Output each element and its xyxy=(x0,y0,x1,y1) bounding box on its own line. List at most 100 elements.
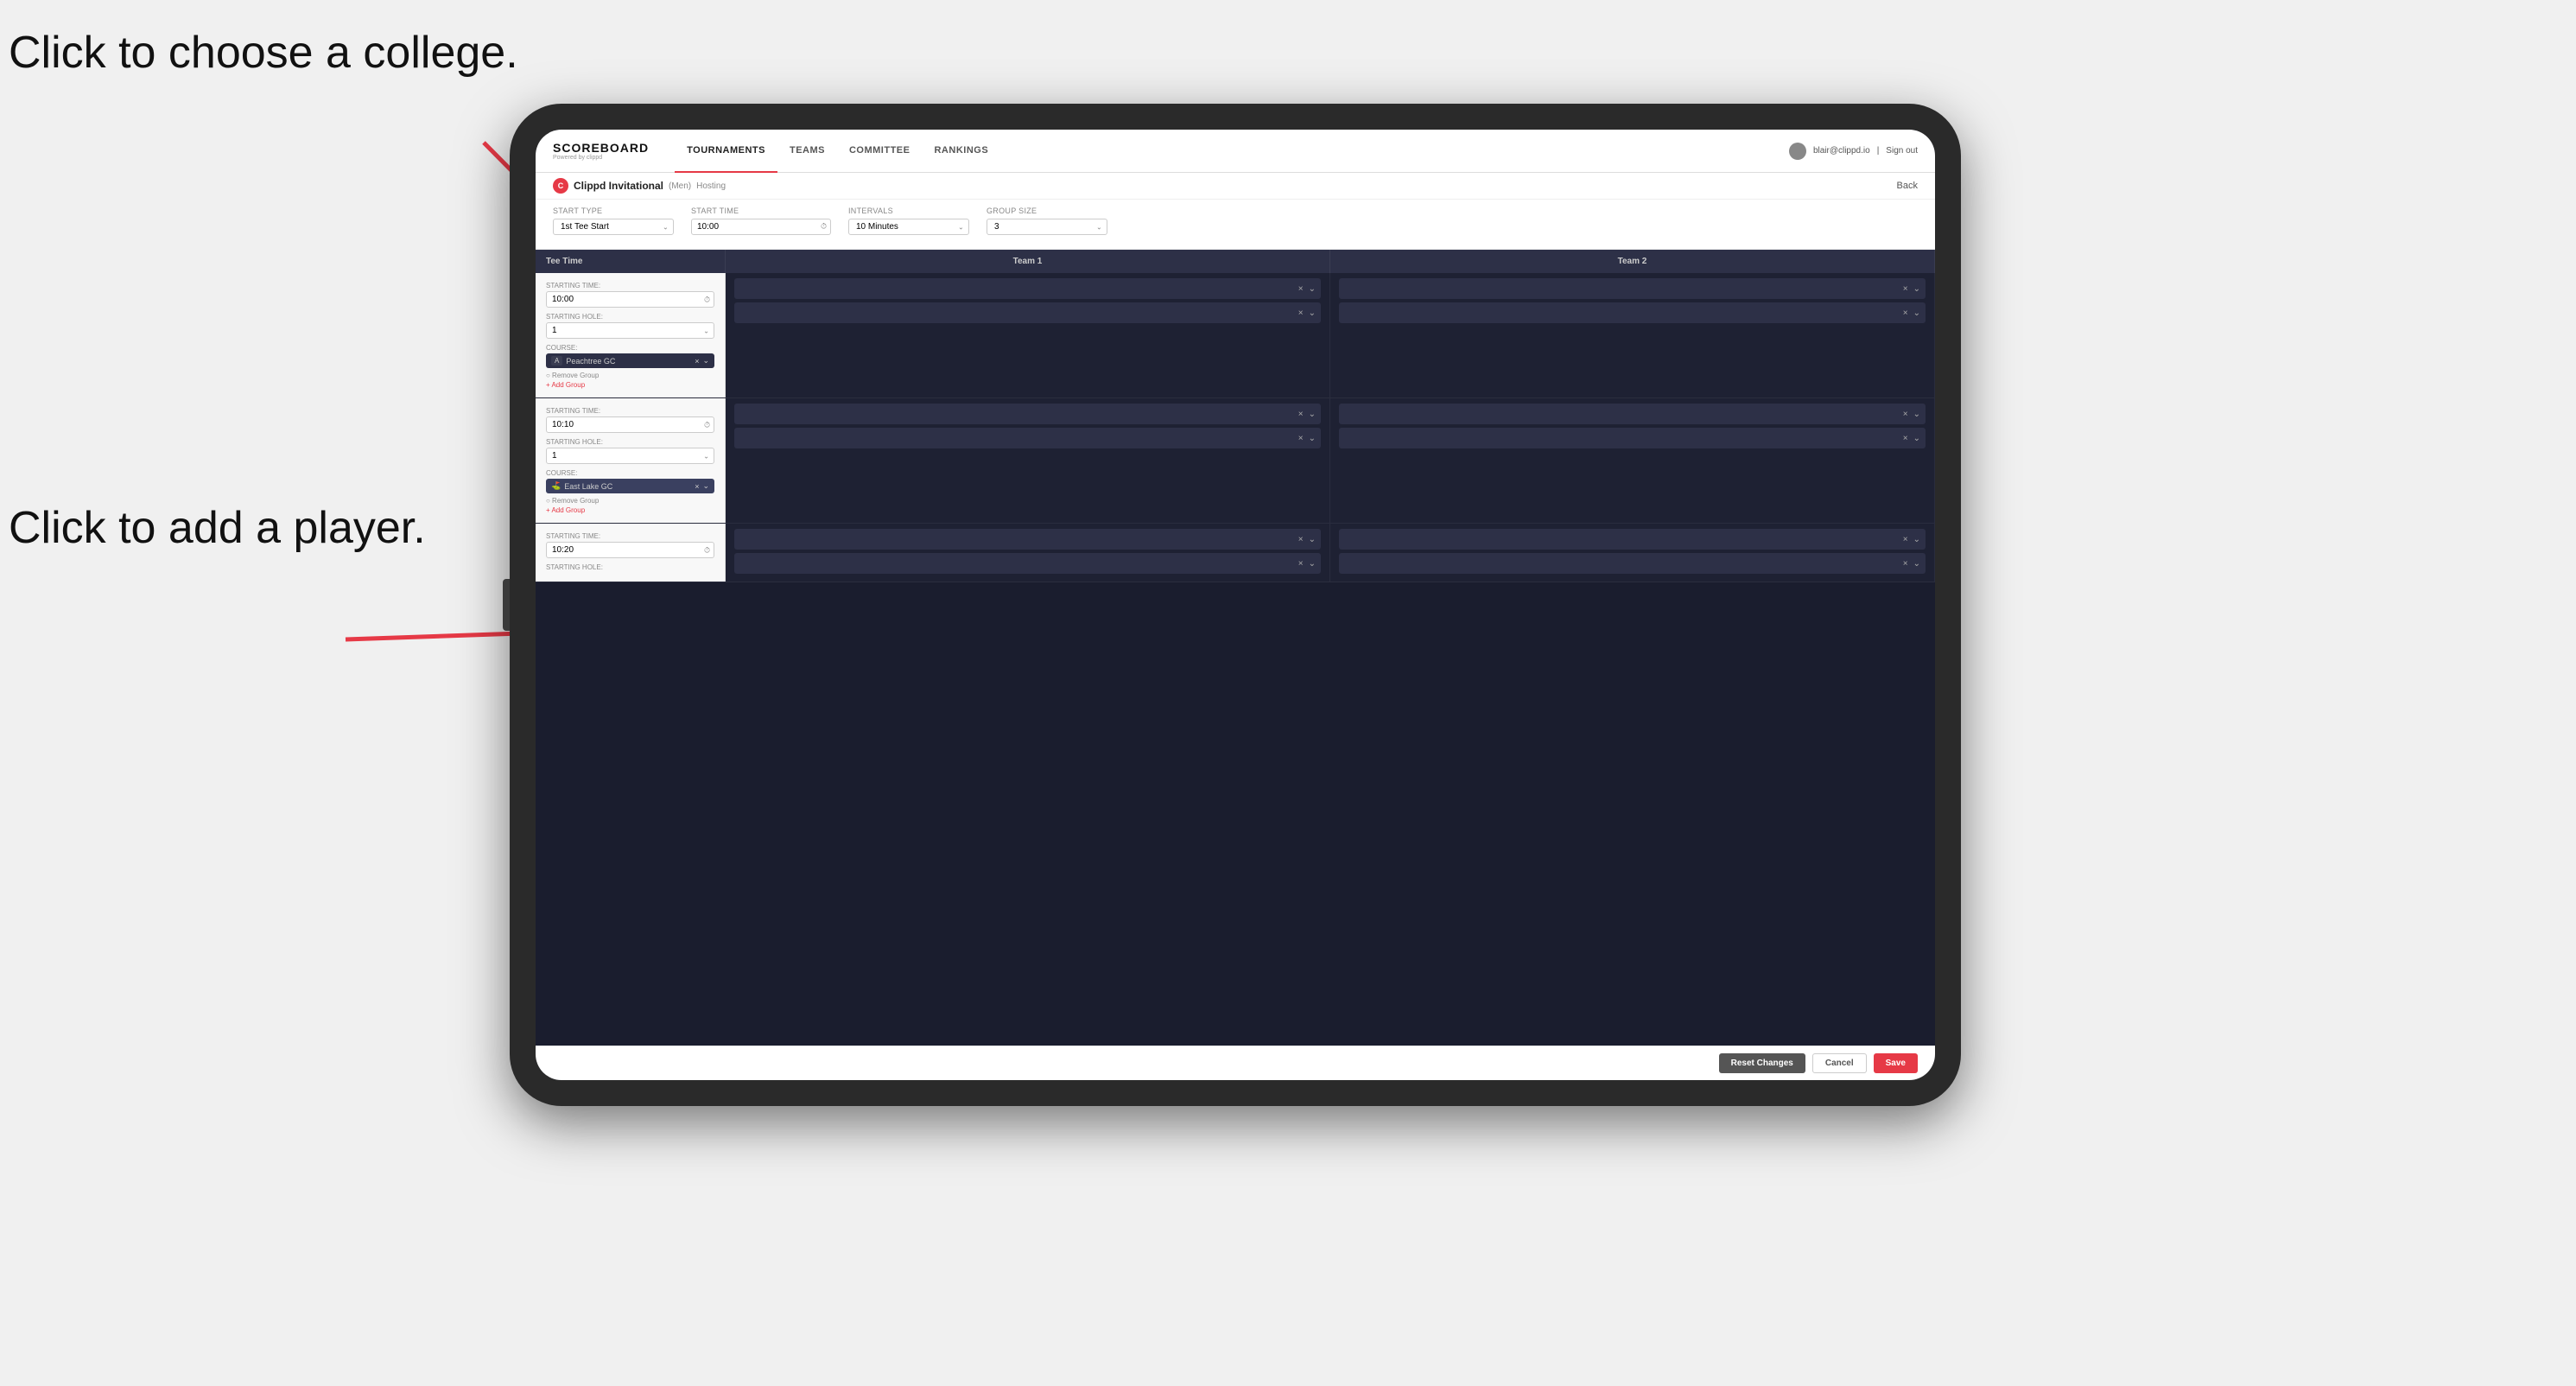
player-remove-1-3[interactable]: × xyxy=(1903,284,1908,294)
user-email: blair@clippd.io xyxy=(1813,146,1870,156)
hole-select-1[interactable]: 1 10 xyxy=(546,322,714,339)
group-size-group: Group Size 3 4 xyxy=(987,207,1107,240)
course-label-1: COURSE: xyxy=(546,344,714,352)
player-remove-2-1[interactable]: × xyxy=(1298,410,1304,419)
tournament-status: Hosting xyxy=(696,181,726,191)
time-input-wrapper-1: ⏱ xyxy=(546,291,714,308)
add-group-link-2[interactable]: + Add Group xyxy=(546,506,714,514)
player-expand-2-2[interactable]: ⌄ xyxy=(1309,434,1316,443)
schedule-group-1: STARTING TIME: ⏱ STARTING HOLE: 1 10 COU… xyxy=(536,273,1935,398)
nav-tab-committee[interactable]: COMMITTEE xyxy=(837,130,923,173)
player-expand-3-4[interactable]: ⌄ xyxy=(1913,559,1920,569)
starting-time-label-3: STARTING TIME: xyxy=(546,532,714,540)
group-size-select-wrapper: 3 4 xyxy=(987,218,1107,235)
intervals-group: Intervals 10 Minutes 5 Minutes xyxy=(848,207,969,240)
schedule-group-3: STARTING TIME: ⏱ STARTING HOLE: × ⌄ × xyxy=(536,524,1935,582)
player-row-3-4[interactable]: × ⌄ xyxy=(1339,553,1926,574)
player-remove-2-4[interactable]: × xyxy=(1903,434,1908,443)
player-remove-3-4[interactable]: × xyxy=(1903,559,1908,569)
start-type-select[interactable]: 1st Tee Start Shotgun Start xyxy=(553,219,674,235)
course-expand-2[interactable]: ⌄ xyxy=(702,481,709,491)
table-header: Tee Time Team 1 Team 2 xyxy=(536,250,1935,273)
player-remove-2-3[interactable]: × xyxy=(1903,410,1908,419)
course-badge-1: A xyxy=(551,356,562,366)
tournament-gender: (Men) xyxy=(669,181,691,191)
time-input-1[interactable] xyxy=(546,291,714,308)
group-1-left: STARTING TIME: ⏱ STARTING HOLE: 1 10 COU… xyxy=(536,273,726,397)
player-row-1-2[interactable]: × ⌄ xyxy=(734,302,1321,323)
player-expand-1-4[interactable]: ⌄ xyxy=(1913,308,1920,318)
player-remove-2-2[interactable]: × xyxy=(1298,434,1304,443)
nav-tab-rankings[interactable]: RANKINGS xyxy=(922,130,1000,173)
add-group-link-1[interactable]: + Add Group xyxy=(546,381,714,389)
save-button[interactable]: Save xyxy=(1874,1053,1918,1073)
player-remove-3-1[interactable]: × xyxy=(1298,535,1304,544)
back-button[interactable]: Back xyxy=(1897,181,1918,191)
player-row-1-4[interactable]: × ⌄ xyxy=(1339,302,1926,323)
group-size-select[interactable]: 3 4 xyxy=(987,219,1107,235)
clock-icon-1: ⏱ xyxy=(704,295,710,304)
starting-hole-label-2: STARTING HOLE: xyxy=(546,438,714,446)
scoreboard-logo: SCOREBOARD Powered by clippd xyxy=(553,141,649,161)
course-label-2: COURSE: xyxy=(546,469,714,477)
sign-out-link[interactable]: Sign out xyxy=(1886,146,1918,156)
player-row-3-1[interactable]: × ⌄ xyxy=(734,529,1321,550)
player-expand-2-1[interactable]: ⌄ xyxy=(1309,410,1316,419)
player-expand-2-3[interactable]: ⌄ xyxy=(1913,410,1920,419)
tablet-screen: SCOREBOARD Powered by clippd TOURNAMENTS… xyxy=(536,130,1935,1080)
player-remove-1-1[interactable]: × xyxy=(1298,284,1304,294)
logo-subtitle: Powered by clippd xyxy=(553,155,649,161)
intervals-select[interactable]: 10 Minutes 5 Minutes xyxy=(848,219,969,235)
starting-hole-label-3: STARTING HOLE: xyxy=(546,563,714,571)
player-expand-3-1[interactable]: ⌄ xyxy=(1309,535,1316,544)
course-close-1[interactable]: × xyxy=(695,357,699,366)
group-3-left: STARTING TIME: ⏱ STARTING HOLE: xyxy=(536,524,726,582)
app-header: SCOREBOARD Powered by clippd TOURNAMENTS… xyxy=(536,130,1935,173)
player-remove-3-2[interactable]: × xyxy=(1298,559,1304,569)
player-row-2-3[interactable]: × ⌄ xyxy=(1339,404,1926,424)
annotation-add-player: Click to add a player. xyxy=(9,501,426,555)
player-expand-2-4[interactable]: ⌄ xyxy=(1913,434,1920,443)
player-row-1-1[interactable]: × ⌄ xyxy=(734,278,1321,299)
group-2-team1: × ⌄ × ⌄ xyxy=(726,398,1330,523)
player-row-3-2[interactable]: × ⌄ xyxy=(734,553,1321,574)
time-input-2[interactable] xyxy=(546,416,714,433)
player-expand-1-3[interactable]: ⌄ xyxy=(1913,284,1920,294)
sub-header: C Clippd Invitational (Men) Hosting Back xyxy=(536,173,1935,200)
course-expand-1[interactable]: ⌄ xyxy=(702,356,709,366)
reset-changes-button[interactable]: Reset Changes xyxy=(1719,1053,1805,1073)
course-close-2[interactable]: × xyxy=(695,482,699,491)
course-row-2[interactable]: ⛳ East Lake GC × ⌄ xyxy=(546,479,714,493)
player-row-2-2[interactable]: × ⌄ xyxy=(734,428,1321,448)
player-row-1-3[interactable]: × ⌄ xyxy=(1339,278,1926,299)
player-remove-1-4[interactable]: × xyxy=(1903,308,1908,318)
player-row-3-3[interactable]: × ⌄ xyxy=(1339,529,1926,550)
start-time-input[interactable] xyxy=(691,219,831,235)
th-tee-time: Tee Time xyxy=(536,250,726,273)
player-remove-1-2[interactable]: × xyxy=(1298,308,1304,318)
th-team1: Team 1 xyxy=(726,250,1330,273)
player-row-2-4[interactable]: × ⌄ xyxy=(1339,428,1926,448)
player-remove-3-3[interactable]: × xyxy=(1903,535,1908,544)
group-2-team2: × ⌄ × ⌄ xyxy=(1330,398,1935,523)
player-row-2-1[interactable]: × ⌄ xyxy=(734,404,1321,424)
group-3-team1: × ⌄ × ⌄ xyxy=(726,524,1330,582)
player-expand-3-2[interactable]: ⌄ xyxy=(1309,559,1316,569)
group-1-team1: × ⌄ × ⌄ xyxy=(726,273,1330,397)
player-expand-1-1[interactable]: ⌄ xyxy=(1309,284,1316,294)
nav-tab-tournaments[interactable]: TOURNAMENTS xyxy=(675,130,777,173)
clock-icon-2: ⏱ xyxy=(704,420,710,429)
separator: | xyxy=(1877,146,1880,156)
main-nav: TOURNAMENTS TEAMS COMMITTEE RANKINGS xyxy=(675,130,1789,173)
time-input-3[interactable] xyxy=(546,542,714,558)
nav-tab-teams[interactable]: TEAMS xyxy=(777,130,837,173)
course-row-1[interactable]: A Peachtree GC × ⌄ xyxy=(546,353,714,368)
remove-group-link-2[interactable]: ○ Remove Group xyxy=(546,497,714,505)
player-expand-1-2[interactable]: ⌄ xyxy=(1309,308,1316,318)
remove-group-link-1[interactable]: ○ Remove Group xyxy=(546,372,714,379)
side-handle xyxy=(503,579,510,631)
player-expand-3-3[interactable]: ⌄ xyxy=(1913,535,1920,544)
cancel-button[interactable]: Cancel xyxy=(1812,1053,1867,1073)
hole-select-2[interactable]: 1 10 xyxy=(546,448,714,464)
group-3-team2: × ⌄ × ⌄ xyxy=(1330,524,1935,582)
